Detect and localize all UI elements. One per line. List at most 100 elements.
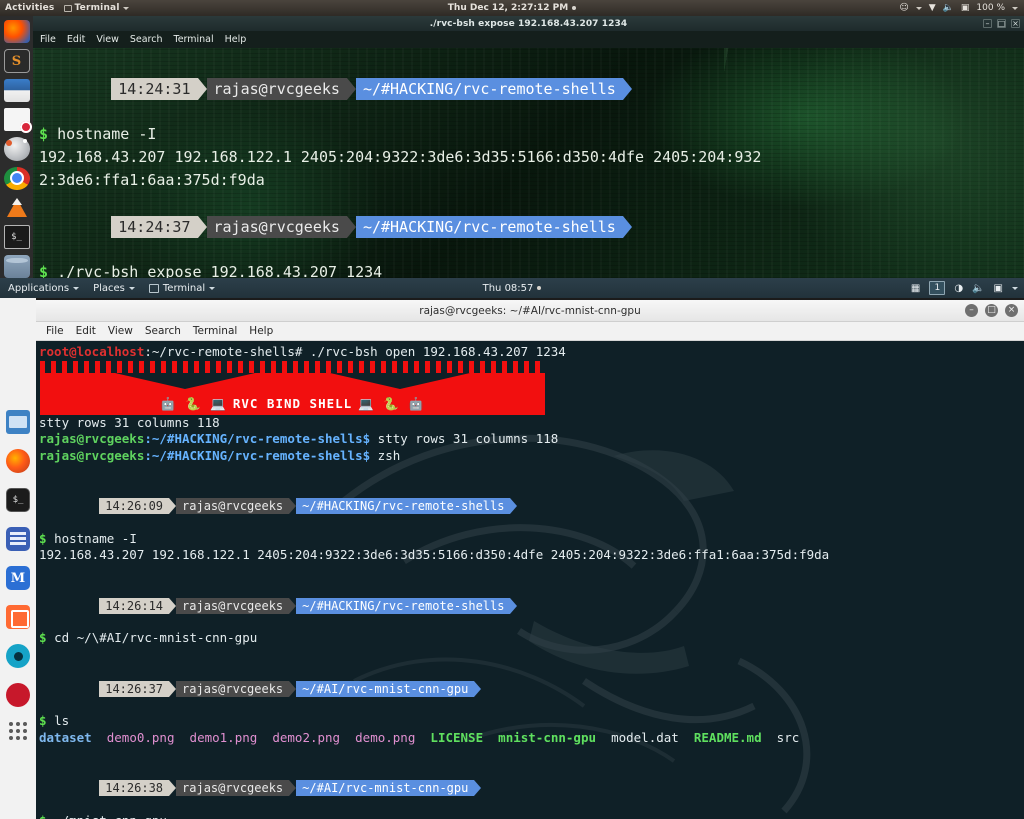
wifi-icon[interactable]: ◑ — [954, 283, 963, 294]
terminal-icon[interactable]: $_ — [3, 225, 30, 249]
accessibility-chevron-icon — [915, 6, 922, 10]
mousepad-icon[interactable]: M — [6, 566, 30, 590]
top-close-button[interactable]: × — [1011, 19, 1020, 28]
terminal-prompt-line: 14:24:31 rajas@rvcgeeks ~/#HACKING/rvc-r… — [39, 54, 1024, 123]
activities-label: Activities — [5, 3, 55, 13]
bottom-window-titlebar[interactable]: rajas@rvcgeeks: ~/#AI/rvc-mnist-cnn-gpu … — [36, 300, 1024, 322]
terminal-prompt-line: 14:26:38 rajas@rvcgeeks ~/#AI/rvc-mnist-… — [39, 763, 1024, 813]
app-menu-terminal[interactable]: Terminal — [63, 3, 129, 13]
dollar-sign: $ — [39, 530, 47, 546]
vlc-icon[interactable] — [4, 196, 30, 219]
volume-icon[interactable]: 🔈 — [943, 3, 954, 13]
terminal-glyph: $_ — [11, 231, 22, 242]
menu-file[interactable]: File — [40, 34, 56, 45]
kali-dragon-icon[interactable] — [6, 683, 30, 707]
bash-command: stty rows 31 columns 118 — [370, 431, 559, 447]
terminal-icon[interactable]: $_ — [6, 488, 30, 512]
menu-terminal[interactable]: Terminal — [193, 325, 237, 337]
powerline-separator-icon — [169, 680, 177, 697]
command-text: ls — [54, 713, 70, 729]
chevron-down-icon — [128, 286, 135, 290]
bottom-minimize-button[interactable]: – — [965, 304, 978, 317]
command-text: cd ~/\#AI/rvc-mnist-cnn-gpu — [54, 630, 258, 646]
menu-view[interactable]: View — [108, 325, 133, 337]
bottom-terminal-output[interactable]: root@localhost:~/rvc-remote-shells# ./rv… — [36, 341, 1024, 819]
top-maximize-button[interactable]: □ — [997, 19, 1006, 28]
terminal-output-line: 2:3de6:ffa1:6aa:375d:f9da — [39, 171, 265, 189]
menu-terminal[interactable]: Terminal — [174, 34, 214, 45]
prompt-path: ~/#HACKING/rvc-remote-shells — [355, 77, 623, 100]
top-window-titlebar[interactable]: ./rvc-bsh expose 192.168.43.207 1234 – □… — [33, 16, 1024, 31]
battery-icon[interactable]: ▣ — [961, 3, 970, 13]
activities-button[interactable]: Activities — [5, 3, 55, 13]
ls-gap — [174, 730, 189, 745]
terminal-output-line: 192.168.43.207 192.168.122.1 2405:204:93… — [39, 148, 762, 166]
bottom-close-button[interactable]: × — [1005, 304, 1018, 317]
battery-icon[interactable]: ▣ — [994, 283, 1003, 294]
banner-zigzag — [40, 372, 545, 395]
powerline-separator-icon — [169, 597, 177, 614]
files-icon[interactable] — [3, 78, 30, 103]
disks-icon[interactable] — [3, 254, 30, 278]
books-icon[interactable] — [6, 527, 30, 551]
menu-help[interactable]: Help — [225, 34, 247, 45]
menu-help[interactable]: Help — [249, 325, 273, 337]
window-list-label: Terminal — [162, 282, 206, 294]
ls-gap — [762, 730, 777, 745]
powerline-separator-icon — [169, 498, 177, 515]
terminal-icon — [148, 283, 159, 293]
ls-entry: dataset — [39, 729, 92, 745]
burpsuite-icon[interactable] — [6, 605, 30, 629]
firefox-icon[interactable] — [3, 20, 30, 44]
terminal-command-line: $ hostname -I — [39, 531, 1024, 548]
powerline-separator-icon — [197, 77, 207, 100]
top-minimize-button[interactable]: – — [983, 19, 992, 28]
bottom-maximize-button[interactable]: □ — [985, 304, 998, 317]
dollar-sign: $ — [39, 630, 47, 646]
document-viewer-icon[interactable] — [3, 108, 32, 134]
applications-menu[interactable]: Applications — [8, 283, 80, 294]
powerline-separator-icon — [289, 498, 297, 515]
chrome-icon[interactable] — [3, 166, 30, 190]
files-icon[interactable] — [6, 410, 30, 434]
system-menu-chevron-icon[interactable] — [1012, 286, 1018, 290]
show-applications-icon[interactable] — [6, 722, 30, 746]
wireshark-eye-icon[interactable] — [6, 644, 30, 668]
software-center-icon[interactable] — [3, 137, 30, 161]
powerline-separator-icon — [346, 77, 356, 100]
terminal-output-line: stty rows 31 columns 118 — [39, 414, 220, 430]
top-terminal-output[interactable]: 14:24:31 rajas@rvcgeeks ~/#HACKING/rvc-r… — [33, 48, 1024, 278]
banner-right-emoji: 💻 🐍 🤖 — [358, 396, 425, 412]
desktop-screen: Activities Terminal Thu Dec 12, 2:27:12 … — [0, 0, 1024, 819]
places-menu[interactable]: Places — [93, 283, 135, 294]
mate-clock[interactable]: Thu 08:57 — [483, 283, 534, 294]
chevron-down-icon — [122, 6, 129, 10]
menu-file[interactable]: File — [46, 325, 64, 337]
powerline-separator-icon — [197, 215, 207, 238]
menu-search[interactable]: Search — [145, 325, 181, 337]
rvc-bind-shell-banner: 🤖 🐍 💻 RVC BIND SHELL 💻 🐍 🤖 — [39, 360, 1024, 415]
ls-gap — [799, 730, 814, 745]
ls-gap — [596, 730, 611, 745]
volume-icon[interactable]: 🔈 — [972, 283, 984, 294]
window-list-terminal[interactable]: Terminal — [148, 282, 216, 294]
root-path: :~/rvc-remote-shells# — [144, 344, 303, 359]
sublime-text-icon[interactable]: S — [3, 49, 30, 73]
system-menu-chevron-icon[interactable] — [1012, 6, 1018, 10]
banner-title-row: 🤖 🐍 💻 RVC BIND SHELL 💻 🐍 🤖 — [40, 394, 545, 415]
workspace-switcher[interactable]: 1 — [929, 281, 946, 295]
menu-edit[interactable]: Edit — [76, 325, 96, 337]
terminal-command-line: $ ls — [39, 713, 1024, 730]
prompt-time: 14:26:38 — [99, 780, 170, 797]
menu-view[interactable]: View — [96, 34, 119, 45]
keyboard-layout-icon[interactable]: ▦ — [911, 283, 920, 294]
ls-gap — [257, 730, 272, 745]
gnome-clock[interactable]: Thu Dec 12, 2:27:12 PM — [448, 3, 568, 13]
firefox-icon[interactable] — [6, 449, 30, 473]
bottom-terminal-window: rajas@rvcgeeks: ~/#AI/rvc-mnist-cnn-gpu … — [36, 300, 1024, 819]
menu-search[interactable]: Search — [130, 34, 163, 45]
menu-edit[interactable]: Edit — [67, 34, 85, 45]
wifi-icon[interactable]: ▼ — [929, 3, 936, 13]
accessibility-icon[interactable]: ☺ — [899, 3, 908, 13]
